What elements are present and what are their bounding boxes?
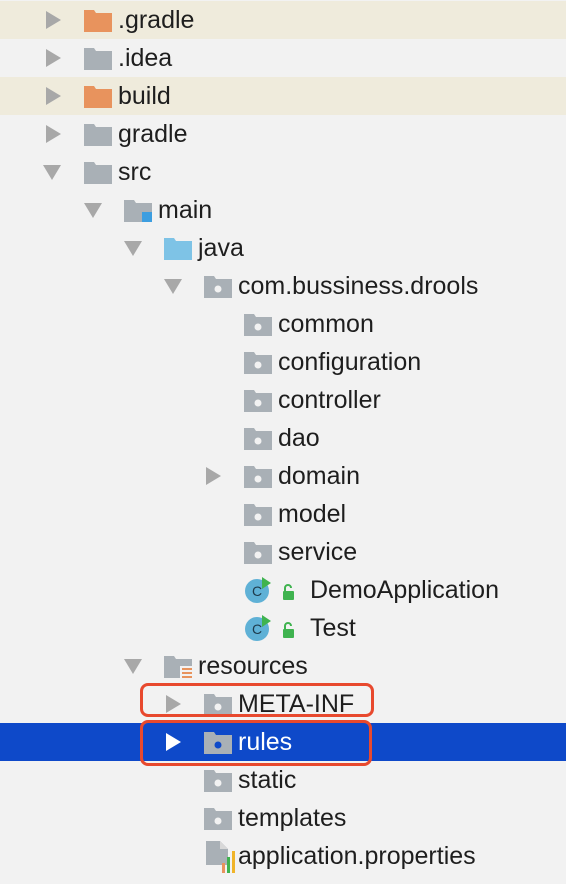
tree-item-label: com.bussiness.drools bbox=[238, 272, 479, 300]
tree-item-src[interactable]: src bbox=[0, 153, 566, 191]
tree-item-label: domain bbox=[278, 462, 360, 490]
tree-item-main[interactable]: main bbox=[0, 191, 566, 229]
package-icon bbox=[244, 466, 272, 488]
package-icon bbox=[204, 808, 232, 830]
tree-item-domain[interactable]: domain bbox=[0, 457, 566, 495]
package-icon bbox=[244, 428, 272, 450]
tree-item-label: gradle bbox=[118, 120, 188, 148]
collapse-arrow-icon[interactable] bbox=[124, 659, 142, 674]
tree-item-test[interactable]: C Test bbox=[0, 609, 566, 647]
tree-item-label: Test bbox=[310, 614, 356, 642]
folder-gray-icon bbox=[84, 162, 112, 184]
tree-item-service[interactable]: service bbox=[0, 533, 566, 571]
folder-orange-icon bbox=[84, 86, 112, 108]
tree-item-common[interactable]: common bbox=[0, 305, 566, 343]
package-icon bbox=[204, 276, 232, 298]
tree-item-application-properties[interactable]: application.properties bbox=[0, 837, 566, 875]
package-icon bbox=[204, 770, 232, 792]
tree-item-label: common bbox=[278, 310, 374, 338]
tree-item-gradle-cache[interactable]: .gradle bbox=[0, 1, 566, 39]
svg-text:C: C bbox=[252, 583, 262, 599]
folder-gray-icon bbox=[84, 48, 112, 70]
package-icon bbox=[244, 542, 272, 564]
tree-item-model[interactable]: model bbox=[0, 495, 566, 533]
package-icon bbox=[244, 504, 272, 526]
highlight-box-rules bbox=[140, 720, 372, 766]
tree-item-idea[interactable]: .idea bbox=[0, 39, 566, 77]
tree-item-java[interactable]: java bbox=[0, 229, 566, 267]
tree-item-label: src bbox=[118, 158, 152, 186]
project-tree: .gradle .idea build gradle src main java bbox=[0, 0, 566, 884]
tree-item-dao[interactable]: dao bbox=[0, 419, 566, 457]
tree-item-label: build bbox=[118, 82, 171, 110]
tree-item-label: controller bbox=[278, 386, 381, 414]
tree-item-label: templates bbox=[238, 804, 347, 832]
tree-item-resources[interactable]: resources bbox=[0, 647, 566, 685]
expand-arrow-icon[interactable] bbox=[206, 467, 221, 485]
tree-item-build[interactable]: build bbox=[0, 77, 566, 115]
runnable-class-icon: C bbox=[245, 615, 294, 641]
package-icon bbox=[244, 390, 272, 412]
package-icon bbox=[244, 352, 272, 374]
expand-arrow-icon[interactable] bbox=[46, 11, 61, 29]
tree-item-gradle[interactable]: gradle bbox=[0, 115, 566, 153]
properties-file-icon bbox=[206, 841, 235, 873]
tree-item-configuration[interactable]: configuration bbox=[0, 343, 566, 381]
tree-item-label: configuration bbox=[278, 348, 422, 376]
java-source-folder-icon bbox=[164, 238, 192, 260]
tree-item-label: main bbox=[158, 196, 213, 224]
tree-item-label: static bbox=[238, 766, 297, 794]
expand-arrow-icon[interactable] bbox=[46, 87, 61, 105]
tree-item-label: .idea bbox=[118, 44, 173, 72]
tree-item-label: java bbox=[198, 234, 244, 262]
svg-text:C: C bbox=[252, 621, 262, 637]
tree-item-label: DemoApplication bbox=[310, 576, 499, 604]
resources-folder-icon bbox=[164, 656, 192, 678]
package-icon bbox=[244, 314, 272, 336]
tree-item-static[interactable]: static bbox=[0, 761, 566, 799]
collapse-arrow-icon[interactable] bbox=[43, 165, 61, 180]
collapse-arrow-icon[interactable] bbox=[124, 241, 142, 256]
expand-arrow-icon[interactable] bbox=[46, 125, 61, 143]
tree-item-label: resources bbox=[198, 652, 308, 680]
tree-item-label: .gradle bbox=[118, 6, 195, 34]
runnable-class-icon: C bbox=[245, 577, 294, 603]
tree-item-package-root[interactable]: com.bussiness.drools bbox=[0, 267, 566, 305]
tree-item-templates[interactable]: templates bbox=[0, 799, 566, 837]
tree-item-label: application.properties bbox=[238, 842, 476, 870]
highlight-box-meta-inf bbox=[140, 683, 374, 717]
folder-orange-icon bbox=[84, 10, 112, 32]
collapse-arrow-icon[interactable] bbox=[164, 279, 182, 294]
tree-item-label: model bbox=[278, 500, 347, 528]
expand-arrow-icon[interactable] bbox=[46, 49, 61, 67]
collapse-arrow-icon[interactable] bbox=[84, 203, 102, 218]
tree-item-demo-application[interactable]: C DemoApplication bbox=[0, 571, 566, 609]
tree-item-label: dao bbox=[278, 424, 320, 452]
source-root-folder-icon bbox=[124, 200, 152, 222]
tree-item-controller[interactable]: controller bbox=[0, 381, 566, 419]
folder-gray-icon bbox=[84, 124, 112, 146]
tree-item-label: service bbox=[278, 538, 358, 566]
